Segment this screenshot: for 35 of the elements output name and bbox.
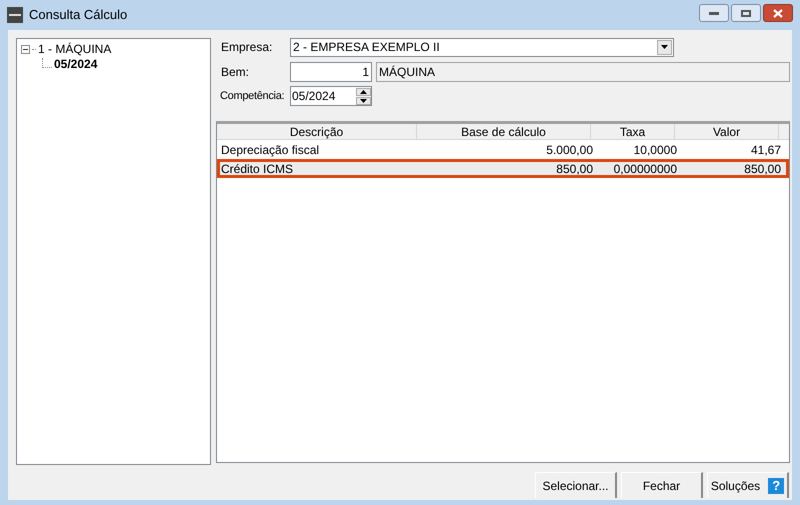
- minimize-button[interactable]: [699, 4, 729, 22]
- tree-item[interactable]: 1 - MÁQUINA: [38, 40, 112, 58]
- table-cell-text: 850,00: [555, 160, 594, 178]
- collapse-icon[interactable]: [21, 44, 30, 54]
- company-dropdown[interactable]: 2 - EMPRESA EXEMPLO II: [290, 38, 674, 56]
- dialog-button[interactable]: Soluções ?: [707, 472, 789, 498]
- table-cell-text: 850,00: [743, 160, 782, 178]
- field-label: Competência:: [219, 88, 286, 104]
- table-row[interactable]: Depreciação fiscal 5.000,00 10,0000 41,67: [217, 140, 789, 159]
- table-row[interactable]: Crédito ICMS 850,00 0,00000000 850,00: [217, 159, 789, 178]
- field-label: Empresa:: [220, 39, 274, 56]
- column-header[interactable]: Base de cálculo: [417, 124, 591, 139]
- dialog-button[interactable]: Fechar: [621, 472, 703, 498]
- table-cell-text: 10,0000: [632, 142, 678, 158]
- table-cell-text: 5.000,00: [545, 142, 594, 158]
- column-header[interactable]: Descrição: [217, 124, 417, 139]
- column-header[interactable]: Valor: [675, 124, 779, 139]
- close-icon: [773, 8, 783, 18]
- window-title: Consulta Cálculo: [29, 6, 128, 24]
- close-button[interactable]: [763, 4, 793, 22]
- table-cell-text: Depreciação fiscal: [220, 142, 320, 158]
- tree-item[interactable]: 05/2024: [54, 55, 98, 73]
- app-logo-icon: [7, 7, 23, 23]
- field-label: Bem:: [220, 64, 250, 81]
- maximize-button[interactable]: [731, 4, 761, 22]
- dialog-button[interactable]: Selecionar...: [535, 472, 617, 498]
- table-cell-text: 41,67: [750, 142, 782, 158]
- spinner-arrows-icon: [356, 88, 371, 104]
- table-cell-text: Crédito ICMS: [220, 160, 294, 178]
- period-spinner[interactable]: 05/2024: [290, 86, 372, 106]
- asset-name-field: MÁQUINA: [376, 62, 790, 82]
- column-header[interactable]: Taxa: [591, 124, 675, 139]
- asset-code-field[interactable]: 1: [290, 62, 372, 82]
- help-icon: ?: [768, 478, 784, 494]
- table-cell-text: 0,00000000: [612, 160, 678, 178]
